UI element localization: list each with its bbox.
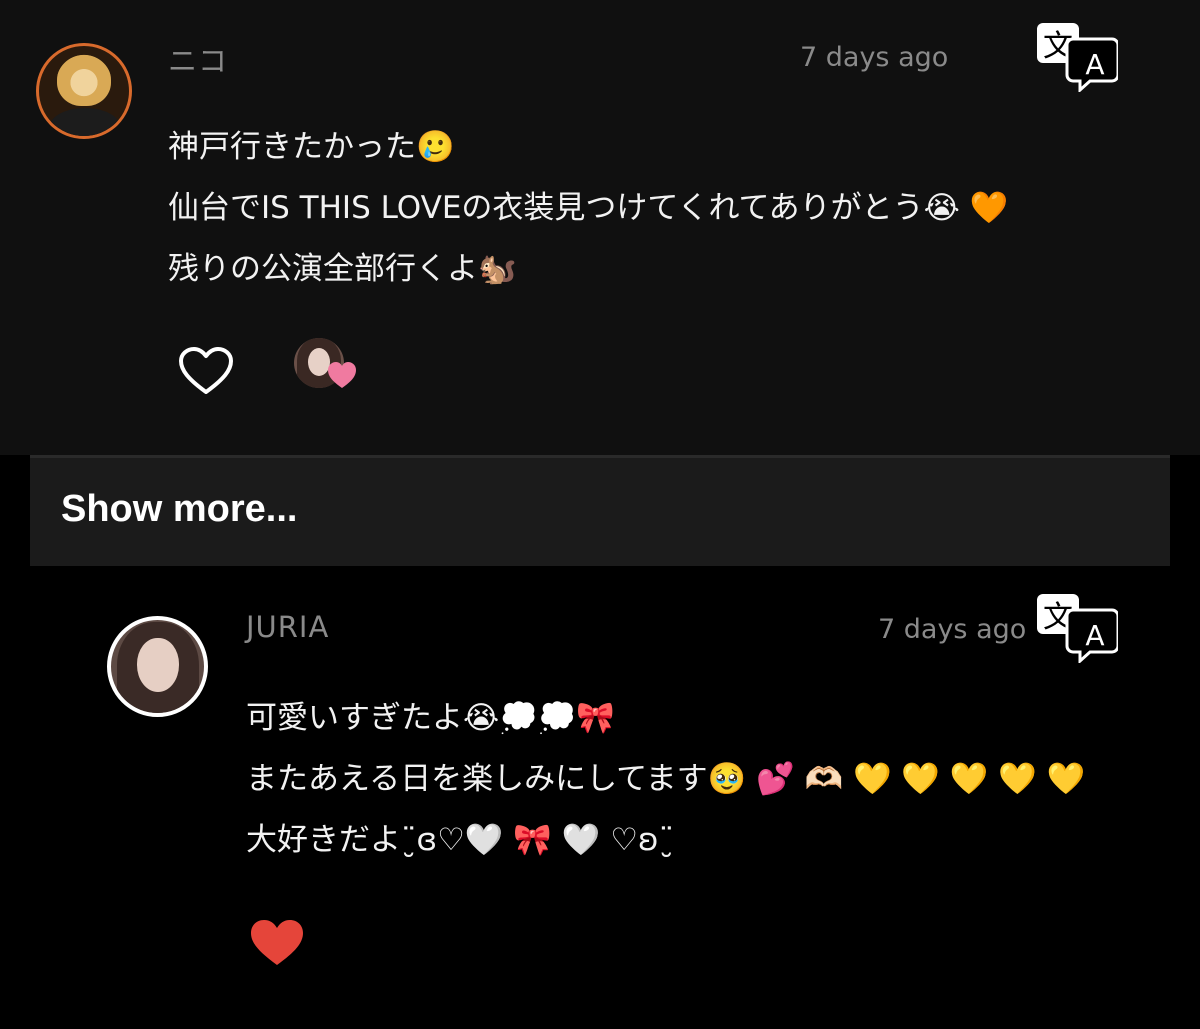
comment-niko: ニコ 7 days ago 文 A 神戸行きたかった🥲 仙台でIS THIS L… [0, 0, 1200, 455]
comment-username[interactable]: ニコ [168, 38, 228, 80]
avatar[interactable] [36, 43, 132, 139]
comment-username[interactable]: JURIA [246, 610, 329, 644]
comments-page: ニコ 7 days ago 文 A 神戸行きたかった🥲 仙台でIS THIS L… [0, 0, 1200, 1029]
comment-line: 神戸行きたかった🥲 [168, 129, 455, 165]
heart-outline-icon [179, 347, 233, 394]
like-button[interactable] [178, 346, 234, 400]
translate-glyph-bottom: A [1085, 48, 1104, 81]
comment-line: 残りの公演全部行くよ🐿️ [168, 251, 517, 287]
show-more-label: Show more... [61, 488, 298, 530]
translate-glyph-bottom: A [1085, 619, 1104, 652]
translate-icon: 文 A [1037, 23, 1120, 94]
like-button[interactable] [249, 918, 305, 972]
avatar[interactable] [107, 616, 208, 717]
comment-line: 仙台でIS THIS LOVEの衣装見つけてくれてありがとう😭 🧡 [168, 190, 1009, 226]
comment-line: 大好きだよ¨̮ɞ♡🤍 🎀 🤍 ♡ʚ¨̮ [246, 822, 675, 858]
comment-line: 可愛いすぎたよ😭💭💭🎀 [246, 700, 616, 736]
translate-button[interactable]: 文 A [1036, 593, 1120, 665]
creator-heart-icon [328, 362, 356, 388]
show-more-button[interactable]: Show more... [30, 458, 1170, 566]
heart-filled-icon [251, 920, 303, 965]
translate-button[interactable]: 文 A [1036, 22, 1120, 94]
comment-body: 神戸行きたかった🥲 仙台でIS THIS LOVEの衣装見つけてくれてありがとう… [168, 117, 1008, 300]
comment-line: またあえる日を楽しみにしてます🥹 💕 🫶🏻 💛 💛 💛 💛 💛 [246, 761, 1086, 797]
comment-body: 可愛いすぎたよ😭💭💭🎀 またあえる日を楽しみにしてます🥹 💕 🫶🏻 💛 💛 💛 … [246, 688, 1085, 871]
comment-timestamp: 7 days ago [878, 614, 1027, 645]
translate-icon: 文 A [1037, 594, 1120, 665]
comment-timestamp: 7 days ago [800, 42, 949, 73]
